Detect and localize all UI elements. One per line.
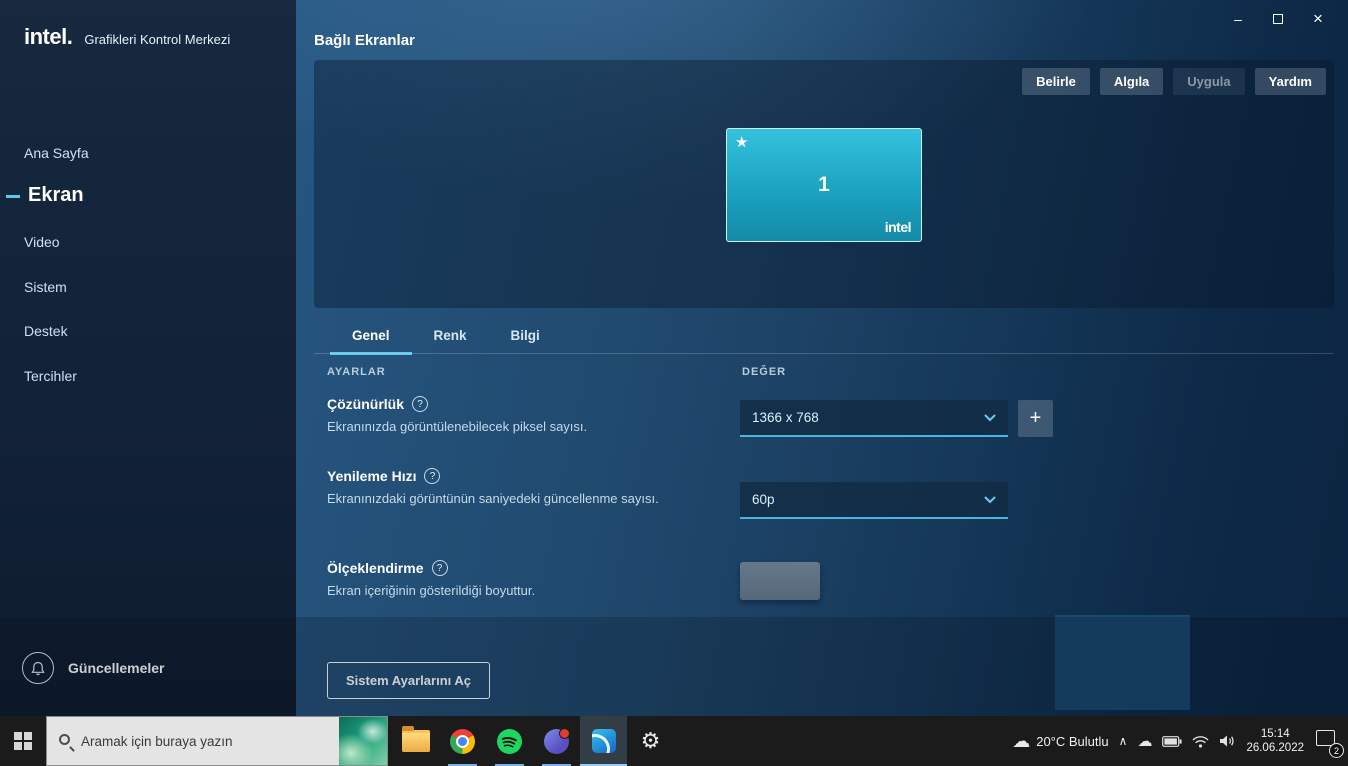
taskbar-search[interactable] <box>46 716 388 766</box>
spotify-taskbar-button[interactable] <box>486 716 533 766</box>
apply-button[interactable]: Uygula <box>1173 68 1245 95</box>
background-decor-rect <box>1055 615 1190 710</box>
maximize-icon <box>1273 14 1283 24</box>
settings-tabs: Genel Renk Bilgi <box>330 318 562 355</box>
display-number: 1 <box>818 173 830 196</box>
scaling-label: Ölçeklendirme <box>327 560 424 576</box>
close-button[interactable]: × <box>1298 6 1338 32</box>
weather-text: 20°C Bulutlu <box>1036 733 1109 749</box>
start-button[interactable] <box>0 716 46 766</box>
search-icon <box>59 734 70 745</box>
intel-gcc-icon <box>591 729 616 753</box>
chrome-taskbar-button[interactable] <box>439 716 486 766</box>
display-1-tile[interactable]: ★ 1 intel <box>726 128 922 242</box>
battery-icon[interactable] <box>1162 735 1183 747</box>
chevron-down-icon <box>984 413 996 421</box>
column-header-value: DEĞER <box>742 366 787 378</box>
star-icon: ★ <box>735 134 749 151</box>
gear-icon: ⚙ <box>640 728 661 753</box>
help-button[interactable]: Yardım <box>1254 68 1326 95</box>
taskbar-clock[interactable]: 15:14 26.06.2022 <box>1246 727 1304 755</box>
refresh-rate-label: Yenileme Hızı <box>327 468 417 484</box>
sidebar-item-video[interactable]: Video <box>24 234 60 250</box>
action-center-button[interactable]: 2 <box>1310 724 1344 758</box>
display-preview-panel: Belirle Algıla Uygula Yardım ★ 1 intel <box>314 60 1334 308</box>
cs-app-taskbar-button[interactable] <box>533 716 580 766</box>
settings-taskbar-button[interactable]: ⚙ <box>627 716 674 766</box>
resolution-value: 1366 x 768 <box>752 410 819 425</box>
column-header-settings: AYARLAR <box>327 366 386 378</box>
notification-badge: 2 <box>1329 743 1344 758</box>
onedrive-cloud-icon[interactable]: ☁ <box>1137 734 1152 749</box>
weather-cloud-icon: ☁ <box>1012 731 1031 751</box>
sidebar-item-ekran[interactable]: Ekran <box>28 184 84 207</box>
windows-logo-icon <box>14 732 32 750</box>
sidebar-item-tercihler[interactable]: Tercihler <box>24 368 77 384</box>
app-logo-row: intel. Grafikleri Kontrol Merkezi <box>24 24 230 50</box>
scaling-setting-label-row: Ölçeklendirme ? <box>327 560 448 576</box>
refresh-rate-dropdown[interactable]: 60p <box>740 482 1008 519</box>
sidebar-item-sistem[interactable]: Sistem <box>24 279 67 295</box>
window-controls: – × <box>1218 6 1338 32</box>
maximize-button[interactable] <box>1258 6 1298 32</box>
updates-button[interactable]: Güncellemeler <box>22 652 165 684</box>
help-icon[interactable]: ? <box>424 468 441 484</box>
clock-date: 26.06.2022 <box>1246 742 1304 754</box>
taskbar-app-icons: ⚙ <box>392 716 674 766</box>
app-title: Grafikleri Kontrol Merkezi <box>84 32 231 47</box>
add-custom-resolution-button[interactable]: + <box>1018 400 1053 437</box>
tab-renk[interactable]: Renk <box>412 318 489 355</box>
resolution-dropdown[interactable]: 1366 x 768 <box>740 400 1008 437</box>
tab-bilgi[interactable]: Bilgi <box>489 318 562 355</box>
search-highlight-image[interactable] <box>339 717 387 765</box>
intel-logo: intel. <box>24 24 73 49</box>
help-icon[interactable]: ? <box>412 396 428 412</box>
scaling-control[interactable] <box>740 562 820 600</box>
spotify-icon <box>497 728 522 754</box>
refresh-rate-value: 60p <box>752 492 775 507</box>
help-icon[interactable]: ? <box>431 560 448 576</box>
minimize-button[interactable]: – <box>1218 6 1258 32</box>
detect-button[interactable]: Algıla <box>1099 68 1164 95</box>
page-title: Bağlı Ekranlar <box>314 32 415 49</box>
updates-label: Güncellemeler <box>68 660 165 676</box>
tray-overflow-chevron[interactable]: ∧ <box>1119 735 1128 747</box>
weather-widget[interactable]: ☁ 20°C Bulutlu <box>1012 732 1108 750</box>
active-indicator <box>6 195 20 198</box>
chrome-icon <box>450 728 475 754</box>
panel-button-row: Belirle Algıla Uygula Yardım <box>1022 68 1326 95</box>
main-content: Bağlı Ekranlar Belirle Algıla Uygula Yar… <box>296 0 1348 716</box>
cs-app-icon <box>544 727 570 754</box>
resolution-label: Çözünürlük <box>327 396 404 412</box>
taskbar: ⚙ ☁ 20°C Bulutlu ∧ ☁ <box>0 716 1348 766</box>
refresh-rate-setting-label-row: Yenileme Hızı ? <box>327 468 441 484</box>
open-system-settings-button[interactable]: Sistem Ayarlarını Aç <box>327 662 490 699</box>
scaling-description: Ekran içeriğinin gösterildiği boyuttur. <box>327 583 536 598</box>
network-icon[interactable] <box>1192 735 1209 748</box>
search-input[interactable] <box>81 717 331 765</box>
tab-genel[interactable]: Genel <box>330 318 412 355</box>
sidebar: intel. Grafikleri Kontrol Merkezi Ana Sa… <box>0 0 296 716</box>
clock-time: 15:14 <box>1260 728 1290 740</box>
sidebar-item-destek[interactable]: Destek <box>24 323 68 339</box>
tabs-divider <box>314 353 1334 354</box>
sidebar-item-ana-sayfa[interactable]: Ana Sayfa <box>24 145 89 161</box>
system-tray: ☁ 20°C Bulutlu ∧ ☁ 15:14 26.06.2022 <box>1012 716 1304 766</box>
refresh-rate-description: Ekranınızdaki görüntünün saniyedeki günc… <box>327 491 659 506</box>
identify-button[interactable]: Belirle <box>1022 68 1090 95</box>
screen: intel. Grafikleri Kontrol Merkezi Ana Sa… <box>0 0 1348 766</box>
display-brand-label: intel <box>884 219 912 235</box>
intel-gcc-taskbar-button[interactable] <box>580 716 627 766</box>
chevron-down-icon <box>984 495 996 503</box>
resolution-setting-label-row: Çözünürlük ? <box>327 396 428 412</box>
bell-icon <box>22 652 54 684</box>
intel-graphics-command-center-window: intel. Grafikleri Kontrol Merkezi Ana Sa… <box>0 0 1348 716</box>
volume-icon[interactable] <box>1219 734 1236 748</box>
resolution-description: Ekranınızda görüntülenebilecek piksel sa… <box>327 419 588 434</box>
file-explorer-taskbar-button[interactable] <box>392 716 439 766</box>
folder-icon <box>401 726 430 752</box>
